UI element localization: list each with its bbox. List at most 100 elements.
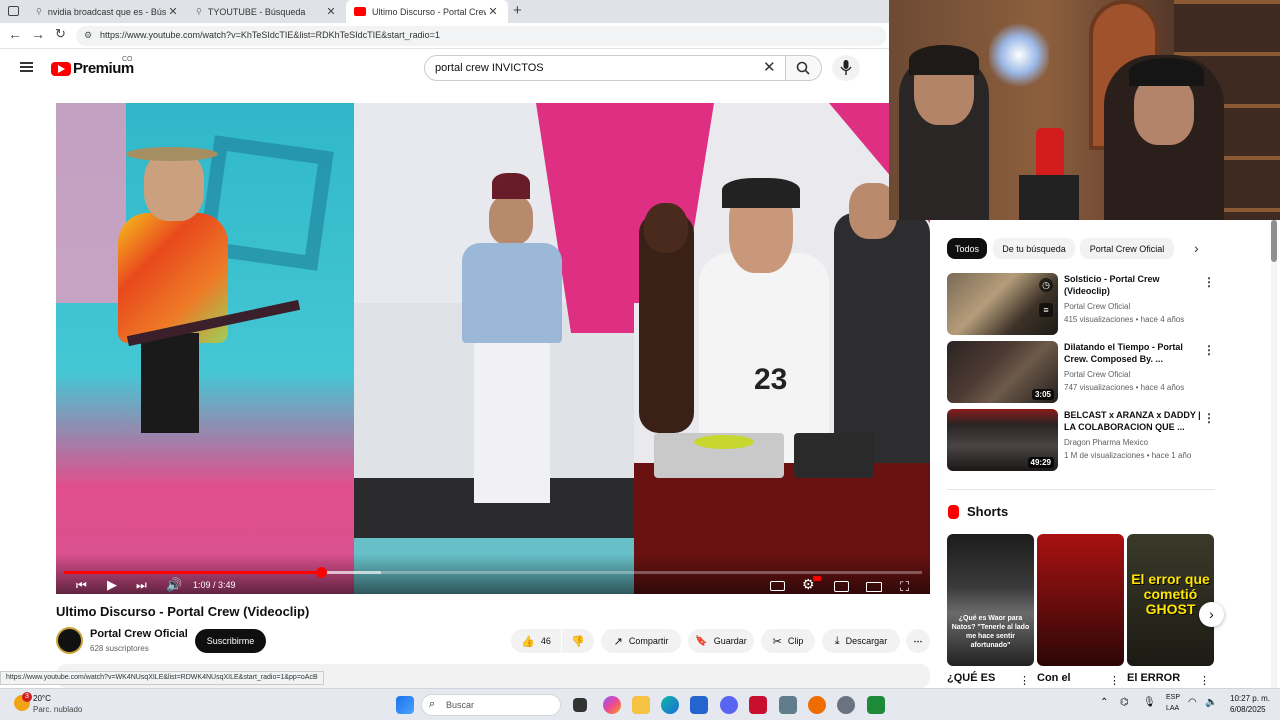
share-button[interactable]: ↗ Compartir — [601, 629, 681, 653]
chip-todos[interactable]: Todos — [947, 238, 987, 259]
app-orange-icon[interactable] — [808, 696, 826, 714]
progress-bar[interactable] — [64, 567, 922, 578]
search-button[interactable] — [786, 55, 822, 81]
save-button[interactable]: 🔖 Guardar — [688, 629, 754, 653]
short-thumbnail[interactable]: ¿Qué es Waor para Natos? "Tenerle al lad… — [947, 534, 1034, 666]
fullscreen-icon[interactable]: ⛶ — [900, 579, 909, 594]
more-vertical-icon[interactable]: ⋮ — [1109, 674, 1120, 687]
language-code[interactable]: ESP — [1166, 694, 1180, 701]
app-red-icon[interactable] — [749, 696, 767, 714]
watch-later-icon[interactable]: ◷ — [1039, 278, 1053, 292]
recommendation-title: Solsticio - Portal Crew (Videoclip) — [1064, 274, 1160, 296]
tab-title: TYOUTUBE - Búsqueda — [207, 6, 306, 17]
close-icon[interactable]: ✕ — [486, 5, 500, 18]
microphone-icon[interactable]: 🎙 — [1143, 697, 1156, 708]
page-scrollbar[interactable] — [1271, 220, 1277, 688]
tab-youtube-video[interactable]: Ultimo Discurso - Portal Crew (Videoclip… — [346, 0, 508, 23]
chevron-right-icon[interactable]: › — [1194, 240, 1199, 256]
menu-icon[interactable] — [20, 62, 33, 72]
tab-nvidia-search[interactable]: ⚲ nvidia broadcast que es - Búsqueda ✕ — [28, 0, 188, 23]
short-thumbnail[interactable] — [1037, 534, 1124, 666]
tab-tyoutube-search[interactable]: ⚲ TYOUTUBE - Búsqueda ✕ — [188, 0, 346, 23]
chip-from-search[interactable]: De tu búsqueda — [993, 238, 1075, 259]
scrollbar-thumb[interactable] — [1271, 220, 1277, 262]
short-title[interactable]: El ERROR — [1127, 672, 1180, 684]
like-button[interactable]: 👍 46 — [511, 629, 561, 653]
add-to-queue-icon[interactable]: ≡ — [1039, 303, 1053, 317]
url-field[interactable]: ⚙ https://www.youtube.com/watch?v=KhTeSI… — [76, 26, 886, 46]
site-info-icon[interactable]: ⚙ — [84, 30, 92, 41]
taskbar-search-placeholder: Buscar — [446, 700, 475, 710]
recommendation-item[interactable]: ◷ ≡ Solsticio - Portal Crew (Videoclip) … — [947, 273, 1217, 337]
video-player[interactable]: 23 ⏮ ▶ ⏭ 🔊 1:09 / 3:49 ⚙ ⛶ — [56, 103, 930, 594]
more-vertical-icon[interactable]: ⋮ — [1199, 674, 1210, 687]
language-layout[interactable]: LAA — [1166, 705, 1179, 712]
speaker-icon[interactable]: 🔈 — [1205, 697, 1217, 708]
recommendation-item[interactable]: 49:29 BELCAST x ARANZA x DADDY | LA COLA… — [947, 409, 1217, 473]
voice-search-button[interactable] — [832, 55, 860, 81]
short-title[interactable]: ¿QUÉ ES — [947, 672, 995, 684]
dislike-button[interactable]: 👎 — [562, 629, 594, 653]
network-icon[interactable]: ⌬ — [1120, 697, 1129, 708]
wifi-icon[interactable]: ◠ — [1188, 697, 1197, 708]
nvidia-app-icon[interactable] — [867, 696, 885, 714]
more-vertical-icon[interactable]: ⋮ — [1203, 275, 1215, 289]
subtitles-icon[interactable] — [770, 581, 785, 591]
video-thumbnail[interactable]: 49:29 — [947, 409, 1058, 471]
more-vertical-icon[interactable]: ⋮ — [1203, 343, 1215, 357]
tab-actions-icon[interactable] — [8, 6, 19, 16]
channel-name[interactable]: Portal Crew Oficial — [90, 628, 188, 640]
volume-icon[interactable]: 🔊 — [166, 577, 182, 593]
taskbar-search[interactable]: ⌕ Buscar — [421, 694, 561, 716]
reload-icon[interactable]: ↻ — [55, 26, 66, 42]
video-thumbnail[interactable]: 3:05 — [947, 341, 1058, 403]
more-vertical-icon[interactable]: ⋮ — [1203, 411, 1215, 425]
youtube-premium-logo[interactable]: Premium CO — [51, 56, 134, 77]
miniplayer-icon[interactable] — [834, 581, 849, 592]
download-button[interactable]: ⤓ Descargar — [822, 629, 900, 653]
edge-browser-icon[interactable] — [661, 696, 679, 714]
settings-icon[interactable] — [837, 696, 855, 714]
previous-icon[interactable]: ⏮ — [76, 578, 87, 593]
start-icon[interactable] — [396, 696, 414, 714]
more-vertical-icon[interactable]: ⋮ — [1019, 674, 1030, 687]
channel-avatar[interactable] — [56, 627, 83, 654]
chevron-up-icon[interactable]: ⌃ — [1100, 697, 1108, 708]
close-icon[interactable]: ✕ — [324, 5, 338, 18]
share-label: Compartir — [628, 636, 669, 646]
shorts-icon — [948, 505, 959, 519]
video-thumbnail[interactable]: ◷ ≡ — [947, 273, 1058, 335]
short-title[interactable]: Con el — [1037, 672, 1071, 684]
shorts-next-button[interactable]: › — [1199, 602, 1224, 627]
subscribe-button[interactable]: Suscribirme — [195, 629, 266, 653]
shorts-heading: Shorts — [967, 504, 1009, 519]
play-icon[interactable]: ▶ — [107, 577, 117, 593]
clip-button[interactable]: ✂ Clip — [761, 629, 815, 653]
discord-icon[interactable] — [720, 696, 738, 714]
search-icon: ⌕ — [429, 698, 436, 710]
copilot-icon[interactable] — [603, 696, 621, 714]
recommendation-channel: Portal Crew Oficial — [1064, 370, 1131, 379]
thumbs-down-icon: 👎 — [571, 635, 585, 648]
close-icon[interactable]: ✕ — [166, 5, 180, 18]
back-icon[interactable]: ← — [8, 26, 22, 42]
more-actions-button[interactable]: ⋯ — [906, 629, 930, 653]
theater-mode-icon[interactable] — [866, 582, 882, 592]
chip-channel[interactable]: Portal Crew Oficial — [1080, 238, 1174, 259]
file-explorer-icon[interactable] — [632, 696, 650, 714]
forward-icon[interactable]: → — [31, 26, 45, 42]
next-icon[interactable]: ⏭ — [136, 578, 147, 593]
clock-date[interactable]: 6/08/2025 — [1230, 705, 1266, 714]
task-view-icon[interactable] — [573, 698, 587, 712]
recommendation-item[interactable]: 3:05 Dilatando el Tiempo - Portal Crew. … — [947, 341, 1217, 405]
camera-icon[interactable] — [779, 696, 797, 714]
clear-search-icon[interactable]: ✕ — [763, 58, 776, 76]
clock-time[interactable]: 10:27 p. m. — [1230, 694, 1270, 703]
search-input[interactable]: portal crew INVICTOS ✕ — [424, 55, 786, 81]
url-text: https://www.youtube.com/watch?v=KhTeSIdc… — [100, 30, 440, 40]
new-tab-icon[interactable]: + — [513, 2, 522, 19]
store-icon[interactable] — [690, 696, 708, 714]
scrubber-handle[interactable] — [316, 567, 328, 578]
video-frame-right: 23 — [634, 103, 930, 594]
short-thumbnail[interactable]: El error que cometió GHOST — [1127, 534, 1214, 666]
